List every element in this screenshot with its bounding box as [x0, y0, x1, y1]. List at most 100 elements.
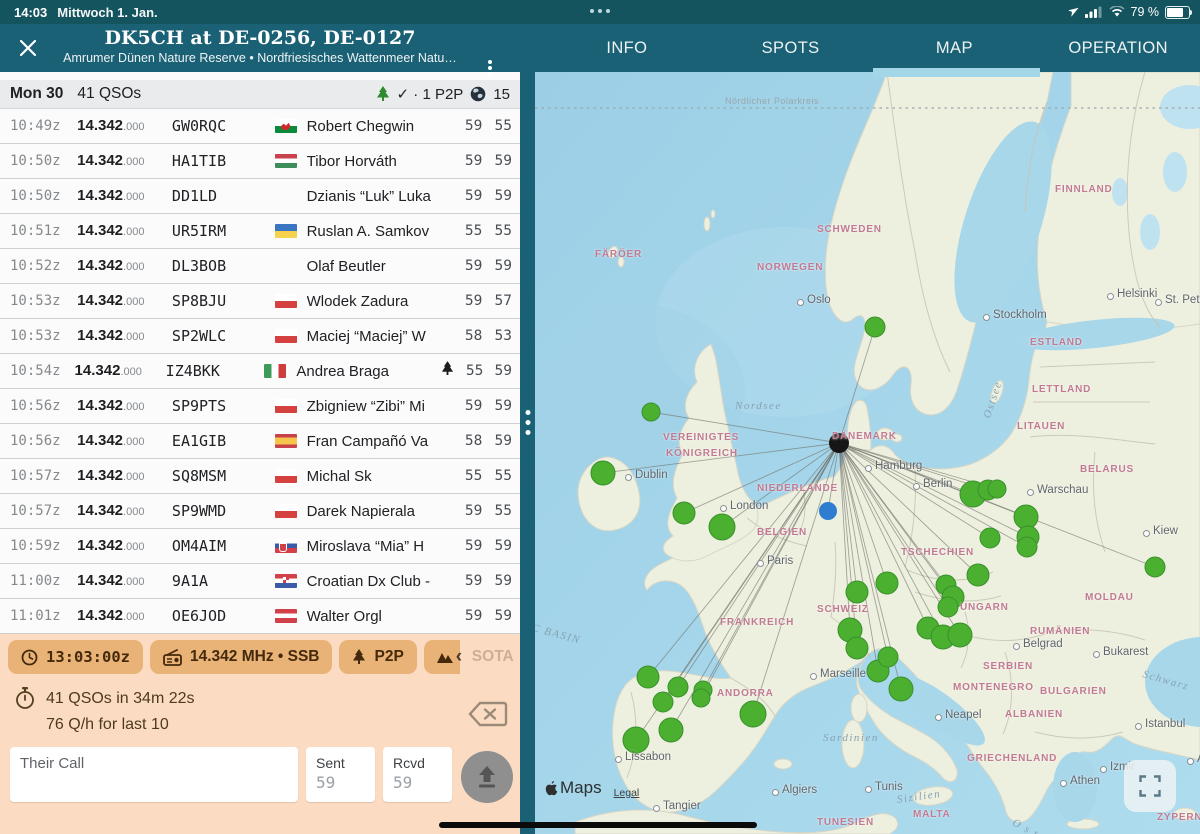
qso-row[interactable]: 10:56z14.342.000EA1GIBFran Campañó Va585…: [0, 424, 520, 459]
tab-map[interactable]: MAP: [873, 24, 1037, 72]
qso-station-dot[interactable]: [846, 637, 868, 659]
wifi-icon: [1109, 6, 1125, 18]
backspace-icon[interactable]: [468, 700, 508, 728]
qso-rst-sent: 59: [457, 258, 483, 274]
qso-row[interactable]: 10:57z14.342.000SP9WMDDarek Napierala595…: [0, 494, 520, 529]
multitasking-dots-icon[interactable]: [590, 9, 610, 13]
qso-station-dot[interactable]: [740, 701, 766, 727]
qso-row[interactable]: 10:49z14.342.000GW0RQCRobert Chegwin5955: [0, 109, 520, 144]
qso-rst-rcvd: 55: [486, 503, 512, 519]
log-day-header[interactable]: Mon 30 41 QSOs ✓ · 1 P2P 15: [0, 80, 520, 109]
qso-station-dot[interactable]: [876, 572, 898, 594]
tab-operation[interactable]: OPERATION: [1036, 24, 1200, 72]
qso-frequency: 14.342.000: [77, 117, 172, 135]
qso-row[interactable]: 10:51z14.342.000UR5IRMRuslan A. Samkov55…: [0, 214, 520, 249]
qso-station-dot[interactable]: [659, 718, 683, 742]
close-icon[interactable]: [16, 36, 40, 60]
home-indicator-bar[interactable]: [439, 822, 757, 828]
qso-row[interactable]: 10:54z14.342.000IZ4BKKAndrea Braga5559: [0, 354, 520, 389]
city-label: Tunis: [865, 780, 903, 793]
tab-spots[interactable]: SPOTS: [709, 24, 873, 72]
qso-station-dot[interactable]: [967, 564, 989, 586]
qso-station-dot[interactable]: [846, 581, 868, 603]
country-label: BULGARIEN: [1040, 686, 1107, 697]
qso-row[interactable]: 10:53z14.342.000SP8BJUWlodek Zadura5957: [0, 284, 520, 319]
their-call-input[interactable]: Their Call: [10, 747, 298, 802]
qso-rst-rcvd: 59: [486, 153, 512, 169]
sea-label: Sardinien: [823, 732, 879, 744]
tab-info[interactable]: INFO: [545, 24, 709, 72]
rst-rcvd-input[interactable]: Rcvd 59: [383, 747, 452, 802]
qso-station-dot[interactable]: [642, 403, 660, 421]
operation-title-block[interactable]: DK5CH at DE-0256, DE-0127 Amrumer Dünen …: [50, 26, 470, 66]
city-marker-icon: [797, 299, 804, 306]
qso-row[interactable]: 10:53z14.342.000SP2WLCMaciej “Maciej” W5…: [0, 319, 520, 354]
tab-bar: INFOSPOTSMAPOPERATION: [545, 24, 1200, 72]
qso-station-dot[interactable]: [938, 597, 958, 617]
qso-operator-name: Zbigniew “Zibi” Mi: [307, 398, 457, 415]
qso-callsign: SP8BJU: [172, 292, 275, 310]
qso-row[interactable]: 11:01z14.342.000OE6JODWalter Orgl5959: [0, 599, 520, 634]
apple-logo-icon: [545, 781, 558, 796]
qso-callsign: UR5IRM: [172, 222, 275, 240]
qso-station-dot[interactable]: [637, 666, 659, 688]
map-panel[interactable]: FÄRÖERNORWEGENSCHWEDENFINNLANDESTLANDLET…: [535, 72, 1200, 834]
qso-station-dot[interactable]: [668, 677, 688, 697]
no-flag: [275, 189, 297, 203]
map-legal-link[interactable]: Legal: [614, 787, 640, 799]
city-label: Ank: [1187, 752, 1200, 765]
qso-station-dot[interactable]: [948, 623, 972, 647]
chip-sota[interactable]: SOTA‹: [424, 640, 470, 674]
qso-time: 10:50z: [10, 153, 77, 169]
chip-13-03-00z[interactable]: 13:03:00z: [8, 640, 143, 674]
qso-row[interactable]: 10:57z14.342.000SQ8MSMMichal Sk5555: [0, 459, 520, 494]
qso-station-dot[interactable]: [692, 689, 710, 707]
qso-row[interactable]: 10:56z14.342.000SP9PTSZbigniew “Zibi” Mi…: [0, 389, 520, 424]
fullscreen-button[interactable]: [1124, 760, 1176, 812]
qso-station-dot[interactable]: [673, 502, 695, 524]
qso-callsign: DL3BOB: [172, 257, 275, 275]
qso-operator-name: Dzianis “Luk” Luka: [307, 188, 457, 205]
qso-station-dot[interactable]: [1145, 557, 1165, 577]
country-label: ESTLAND: [1030, 337, 1083, 348]
qso-row[interactable]: 10:50z14.342.000HA1TIBTibor Horváth5959: [0, 144, 520, 179]
qso-station-dot[interactable]: [988, 480, 1006, 498]
rst-sent-input[interactable]: Sent 59: [306, 747, 375, 802]
country-label: RUMÄNIEN: [1030, 626, 1090, 637]
qso-time: 10:53z: [10, 293, 77, 309]
qso-row[interactable]: 10:52z14.342.000DL3BOBOlaf Beutler5959: [0, 249, 520, 284]
qso-station-dot[interactable]: [889, 677, 913, 701]
city-label: Paris: [757, 554, 793, 567]
qso-station-dot-blue[interactable]: [819, 502, 837, 520]
qso-time: 11:01z: [10, 608, 77, 624]
qso-station-dot[interactable]: [653, 692, 673, 712]
their-call-placeholder: Their Call: [20, 755, 288, 772]
kebab-menu-icon[interactable]: [482, 58, 498, 80]
chevron-left-icon[interactable]: ‹: [456, 646, 462, 668]
log-submit-button[interactable]: [461, 751, 513, 803]
qso-station-dot[interactable]: [1017, 537, 1037, 557]
qso-rst-sent: 59: [457, 573, 483, 589]
ukraine-flag-icon: [275, 224, 297, 238]
qso-station-dot[interactable]: [878, 647, 898, 667]
qso-rst-sent: 55: [457, 223, 483, 239]
qso-station-dot[interactable]: [709, 514, 735, 540]
qso-row[interactable]: 10:50z14.342.000DD1LDDzianis “Luk” Luka5…: [0, 179, 520, 214]
country-label: DÄNEMARK: [832, 431, 897, 442]
qso-row[interactable]: 10:59z14.342.000OM4AIMMiroslava “Mia” H5…: [0, 529, 520, 564]
chip-p2p[interactable]: P2P: [339, 640, 416, 674]
city-marker-icon: [1187, 758, 1194, 765]
qso-station-dot[interactable]: [980, 528, 1000, 548]
qso-frequency: 14.342.000: [77, 502, 172, 520]
panel-resize-handle[interactable]: [520, 72, 535, 834]
city-label: Lissabon: [615, 750, 671, 763]
country-label: ALBANIEN: [1005, 709, 1063, 720]
city-marker-icon: [935, 714, 942, 721]
chip-14-342-mhz-ssb[interactable]: 14.342 MHz • SSB: [150, 640, 332, 674]
qso-row[interactable]: 11:00z14.342.0009A1ACroatian Dx Club -59…: [0, 564, 520, 599]
qso-station-dot[interactable]: [591, 461, 615, 485]
qso-rst-sent: 59: [457, 118, 483, 134]
qso-rate-line2: 76 Q/h for last 10: [46, 712, 195, 738]
qso-station-dot[interactable]: [1014, 505, 1038, 529]
qso-station-dot[interactable]: [865, 317, 885, 337]
